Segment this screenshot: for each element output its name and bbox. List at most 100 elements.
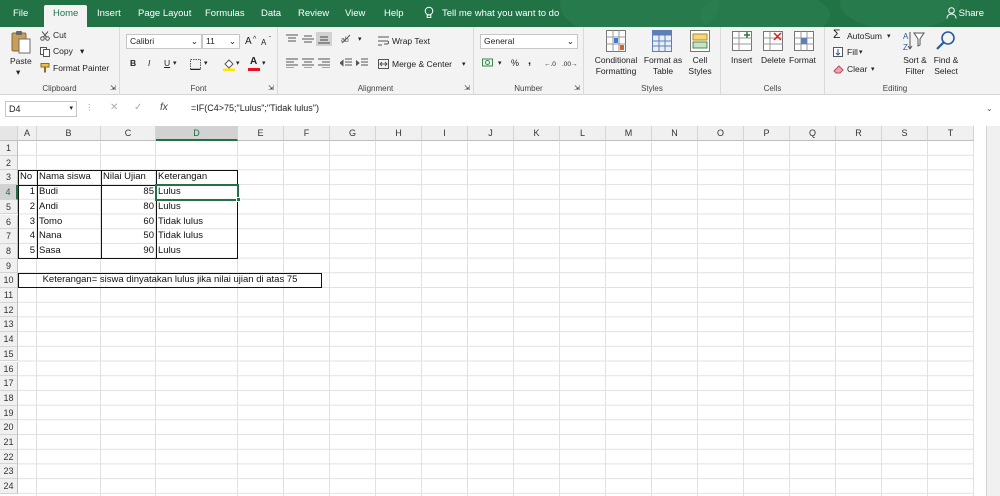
italic-button[interactable]: I bbox=[148, 58, 150, 69]
tab-help[interactable]: Help bbox=[384, 6, 404, 27]
cancel-icon[interactable]: ✕ bbox=[110, 102, 118, 113]
table-cell-nilai[interactable]: 50 bbox=[101, 229, 156, 244]
cell-styles-icon[interactable] bbox=[690, 30, 710, 54]
fill-button[interactable]: Fill bbox=[847, 47, 858, 58]
tab-formulas[interactable]: Formulas bbox=[205, 6, 245, 27]
row-header-6[interactable]: 6 bbox=[0, 214, 18, 230]
column-header-g[interactable]: G bbox=[330, 126, 376, 141]
row-header-24[interactable]: 24 bbox=[0, 479, 18, 494]
column-header-t[interactable]: T bbox=[928, 126, 974, 141]
insert-function-icon[interactable]: fx bbox=[160, 102, 168, 113]
orientation-icon[interactable]: ab bbox=[340, 33, 356, 47]
conditional-formatting-button[interactable]: Conditional Formatting bbox=[590, 55, 642, 77]
row-header-10[interactable]: 10 bbox=[0, 273, 18, 288]
align-center-icon[interactable] bbox=[302, 58, 314, 70]
dialog-launcher-icon[interactable]: ⇲ bbox=[268, 83, 274, 94]
format-cells-icon[interactable] bbox=[794, 31, 814, 53]
column-header-n[interactable]: N bbox=[652, 126, 698, 141]
clear-button[interactable]: Clear bbox=[847, 64, 867, 75]
formula-input[interactable]: =IF(C4>75;"Lulus";"Tidak lulus") bbox=[188, 101, 998, 117]
sort-filter-button[interactable]: Sort & Filter bbox=[899, 55, 931, 77]
table-cell-nilai[interactable]: 85 bbox=[101, 185, 156, 200]
table-cell-nama[interactable]: Nana bbox=[37, 229, 101, 244]
tab-review[interactable]: Review bbox=[298, 6, 329, 27]
delete-button[interactable]: Delete bbox=[761, 55, 786, 66]
dialog-launcher-icon[interactable]: ⇲ bbox=[464, 83, 470, 94]
cell-styles-button[interactable]: Cell Styles bbox=[682, 55, 718, 77]
table-cell-no[interactable]: 3 bbox=[18, 215, 37, 230]
column-header-q[interactable]: Q bbox=[790, 126, 836, 141]
row-header-21[interactable]: 21 bbox=[0, 435, 18, 450]
column-header-o[interactable]: O bbox=[698, 126, 744, 141]
table-cell-keterangan[interactable]: Tidak lulus bbox=[156, 229, 238, 244]
bold-button[interactable]: B bbox=[130, 58, 136, 69]
table-cell-nilai[interactable]: 90 bbox=[101, 244, 156, 259]
autosum-dropdown-icon[interactable]: ▾ bbox=[887, 31, 891, 42]
name-box[interactable]: D4 ▾ bbox=[5, 101, 77, 117]
orientation-dropdown-icon[interactable]: ▾ bbox=[358, 34, 362, 45]
align-middle-icon[interactable] bbox=[302, 34, 314, 46]
table-header-cell[interactable]: Nama siswa bbox=[37, 170, 101, 185]
tab-data[interactable]: Data bbox=[261, 6, 281, 27]
format-as-table-button[interactable]: Format as Table bbox=[642, 55, 684, 77]
column-header-e[interactable]: E bbox=[238, 126, 284, 141]
column-header-l[interactable]: L bbox=[560, 126, 606, 141]
vertical-scrollbar[interactable] bbox=[986, 126, 1000, 496]
table-cell-keterangan[interactable]: Tidak lulus bbox=[156, 215, 238, 230]
row-header-23[interactable]: 23 bbox=[0, 464, 18, 480]
row-header-16[interactable]: 16 bbox=[0, 361, 18, 377]
font-name-select[interactable]: Calibri ⌄ bbox=[126, 34, 202, 49]
cut-button[interactable]: Cut bbox=[53, 30, 66, 41]
font-color-button[interactable]: A bbox=[250, 56, 257, 67]
column-header-j[interactable]: J bbox=[468, 126, 514, 141]
borders-dropdown-icon[interactable]: ▾ bbox=[204, 58, 208, 69]
row-header-18[interactable]: 18 bbox=[0, 390, 18, 406]
table-cell-no[interactable]: 2 bbox=[18, 200, 37, 215]
table-cell-nilai[interactable]: 60 bbox=[101, 215, 156, 230]
column-header-r[interactable]: R bbox=[836, 126, 882, 141]
paste-dropdown-icon[interactable]: ▾ bbox=[16, 67, 20, 78]
table-cell-no[interactable]: 1 bbox=[18, 185, 37, 200]
format-button[interactable]: Format bbox=[789, 55, 816, 66]
format-as-table-icon[interactable] bbox=[652, 30, 672, 54]
row-header-1[interactable]: 1 bbox=[0, 141, 18, 156]
decrease-indent-icon[interactable] bbox=[339, 58, 352, 70]
column-header-m[interactable]: M bbox=[606, 126, 652, 141]
table-cell-nama[interactable]: Budi bbox=[37, 185, 101, 200]
increase-indent-icon[interactable] bbox=[355, 58, 368, 70]
borders-icon[interactable] bbox=[190, 59, 201, 72]
fill-color-icon[interactable] bbox=[223, 58, 235, 73]
align-bottom-selected[interactable] bbox=[316, 32, 332, 46]
column-header-s[interactable]: S bbox=[882, 126, 928, 141]
clear-dropdown-icon[interactable]: ▾ bbox=[871, 64, 875, 75]
row-header-22[interactable]: 22 bbox=[0, 449, 18, 465]
column-header-h[interactable]: H bbox=[376, 126, 422, 141]
fill-color-dropdown-icon[interactable]: ▾ bbox=[236, 58, 240, 69]
expand-formula-bar-icon[interactable]: ⌄ bbox=[986, 103, 993, 114]
find-select-button[interactable]: Find & Select bbox=[929, 55, 963, 77]
table-header-cell[interactable]: Nilai Ujian bbox=[101, 170, 156, 185]
column-header-i[interactable]: I bbox=[422, 126, 468, 141]
conditional-formatting-icon[interactable] bbox=[606, 30, 626, 54]
tab-home[interactable]: Home bbox=[44, 5, 88, 27]
decrease-font-size-button[interactable]: A bbox=[261, 37, 266, 48]
accounting-dropdown-icon[interactable]: ▾ bbox=[498, 58, 502, 69]
table-cell-nama[interactable]: Sasa bbox=[37, 244, 101, 259]
enter-icon[interactable]: ✓ bbox=[134, 102, 142, 113]
row-header-19[interactable]: 19 bbox=[0, 405, 18, 421]
copy-button[interactable]: Copy bbox=[53, 46, 73, 57]
decrease-decimal-button[interactable]: .00→ bbox=[562, 59, 578, 70]
insert-cells-icon[interactable] bbox=[732, 31, 752, 53]
row-header-3[interactable]: 3 bbox=[0, 170, 18, 186]
number-format-select[interactable]: General ⌄ bbox=[480, 34, 578, 49]
row-header-8[interactable]: 8 bbox=[0, 243, 18, 259]
note-cell[interactable]: Keterangan= siswa dinyatakan lulus jika … bbox=[18, 273, 322, 288]
comma-style-button[interactable]: , bbox=[528, 56, 531, 67]
row-header-2[interactable]: 2 bbox=[0, 155, 18, 171]
fill-dropdown-icon[interactable]: ▾ bbox=[859, 47, 863, 58]
tab-file[interactable]: File bbox=[13, 6, 28, 27]
underline-dropdown-icon[interactable]: ▾ bbox=[173, 58, 177, 69]
column-header-a[interactable]: A bbox=[18, 126, 37, 141]
table-cell-no[interactable]: 5 bbox=[18, 244, 37, 259]
share-button[interactable]: Share bbox=[959, 6, 984, 22]
